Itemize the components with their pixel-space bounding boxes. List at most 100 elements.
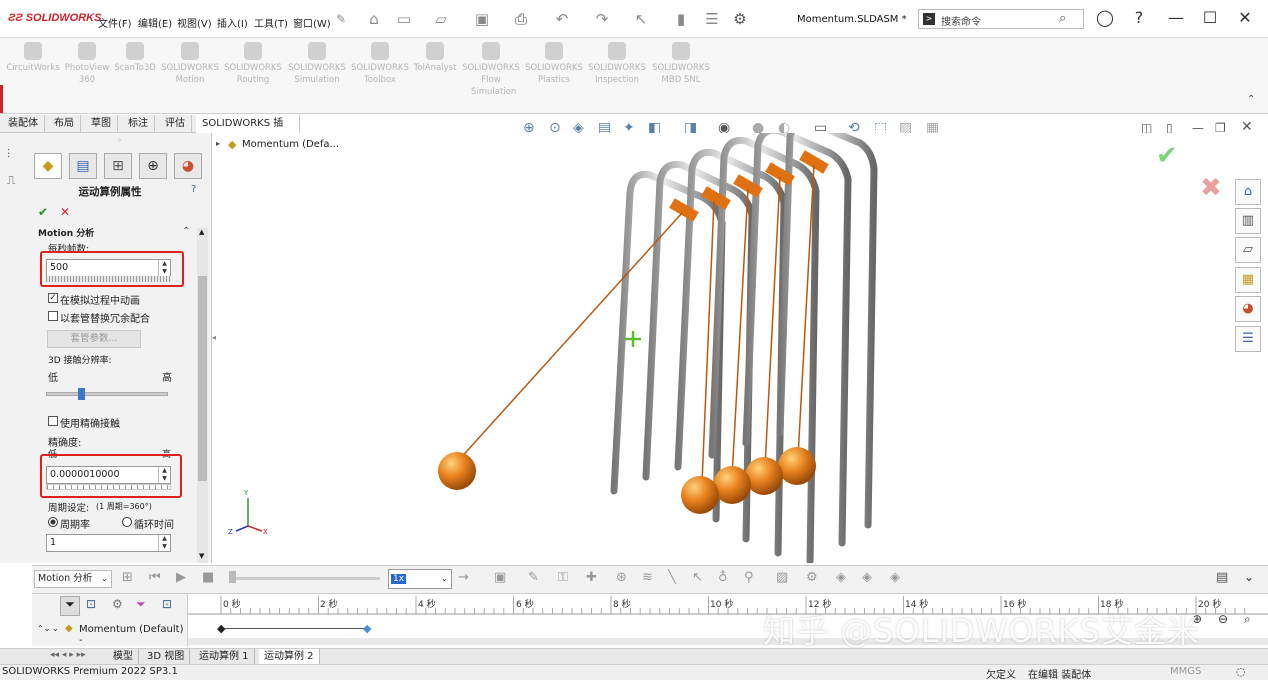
menu-view[interactable]: 视图(V) [177, 15, 212, 30]
fps-slider[interactable] [46, 276, 171, 282]
collapse-section-icon[interactable]: ⌃ [182, 226, 190, 237]
fps-input[interactable]: 500 ▲ ▼ [46, 259, 171, 277]
fps-spinner[interactable]: ▲ ▼ [158, 260, 170, 276]
study-type-select[interactable]: Motion 分析 ⌄ [34, 570, 112, 588]
addin-inspection[interactable]: SOLIDWORKS Inspection [586, 42, 648, 86]
zoom-out-icon[interactable]: ⊖ [1218, 612, 1228, 626]
viewport-close-icon[interactable]: ✕ [1241, 119, 1253, 135]
menu-file[interactable]: 文件(F) [98, 15, 132, 30]
damper-icon[interactable]: ╲ [668, 570, 676, 585]
search-input[interactable]: 搜索命令 [941, 13, 981, 28]
addin-mbd-snl[interactable]: SOLIDWORKS MBD SNL [650, 42, 712, 86]
contact-resolution-slider[interactable] [46, 392, 168, 396]
panel-scrollbar[interactable]: ▲ ▼ [197, 228, 208, 563]
autokey-icon[interactable]: ⚿ [558, 570, 568, 585]
play-icon[interactable]: ▶ [176, 570, 186, 585]
force-icon[interactable]: ↖ [692, 570, 703, 585]
simulation-setup-icon[interactable]: ◈ [862, 570, 872, 585]
collapse-ribbon-icon[interactable]: ⌃ [1247, 94, 1255, 105]
select-cursor-icon[interactable]: ↖ [632, 10, 650, 28]
playback-mode-icon[interactable]: → [458, 570, 469, 585]
playback-slider[interactable] [230, 577, 380, 580]
user-account-icon[interactable]: ◯ [1094, 8, 1116, 27]
print-icon[interactable]: ⎙ [512, 10, 530, 28]
scroll-down-icon[interactable]: ▼ [199, 552, 204, 560]
resources-home-icon[interactable]: ⌂ [1235, 179, 1261, 205]
addin-routing[interactable]: SOLIDWORKS Routing [222, 42, 284, 86]
rebuild-icon[interactable]: ▮ [672, 10, 690, 28]
tab-scroll-arrows-icon[interactable]: ◂◂ ◂ ▸ ▸▸ [50, 650, 86, 660]
maximize-button[interactable]: ☐ [1199, 8, 1221, 27]
custom-properties-icon[interactable]: ☰ [1235, 326, 1261, 352]
calculate-icon[interactable]: ⊞ [122, 570, 133, 585]
configuration-manager-tab[interactable]: ⊞ [104, 153, 132, 179]
motor-icon[interactable]: ⊛ [616, 570, 627, 585]
tree-scroll-icon[interactable]: ⌃⌄ [37, 624, 50, 633]
stop-icon[interactable]: ■ [202, 570, 214, 585]
cycle-spinner[interactable]: ▲ ▼ [158, 535, 170, 551]
view-palette-icon[interactable]: ▦ [1235, 267, 1261, 293]
tab-evaluate[interactable]: 评估 [159, 115, 192, 133]
expand-chevron-icon[interactable]: ⌄ [52, 624, 59, 633]
save-animation-icon[interactable]: ▣ [494, 570, 506, 585]
zoom-to-fit-timeline-icon[interactable]: ⌕ [1244, 612, 1251, 627]
menu-insert[interactable]: 插入(I) [217, 15, 248, 30]
minimize-button[interactable]: — [1165, 8, 1187, 27]
tab-addins[interactable]: SOLIDWORKS 插件 [196, 115, 300, 146]
filter-animated-icon[interactable]: ⊡ [86, 597, 96, 611]
ok-check-icon[interactable]: ✔ [38, 205, 48, 219]
newtons-cradle-model[interactable]: Y X Z [212, 133, 1235, 563]
property-manager-tab[interactable]: ▤ [69, 153, 97, 179]
file-properties-icon[interactable]: ☰ [703, 10, 721, 28]
motion-tree-item[interactable]: Momentum (Default) - [79, 624, 187, 646]
replace-mates-checkbox[interactable] [48, 311, 58, 321]
tab-motion-study-2[interactable]: 运动算例 2 [259, 649, 320, 665]
addin-motion[interactable]: SOLIDWORKS Motion [159, 42, 221, 86]
collapse-manager-icon[interactable]: ◈ [836, 570, 846, 585]
filter-selected-icon[interactable]: ⏷ [136, 597, 146, 612]
pin-icon[interactable]: ✎ [332, 10, 350, 28]
tab-assembly[interactable]: 装配体 [2, 115, 45, 133]
search-icon[interactable]: ⌕ [1059, 11, 1066, 26]
feature-manager-tab[interactable]: ◆ [34, 153, 62, 179]
animation-wizard-icon[interactable]: ✎ [528, 570, 539, 585]
new-document-icon[interactable]: ▭ [395, 10, 413, 28]
menu-edit[interactable]: 编辑(E) [138, 15, 172, 30]
addin-simulation[interactable]: SOLIDWORKS Simulation [286, 42, 348, 86]
addin-circuitworks[interactable]: CircuitWorks [2, 42, 64, 74]
tab-layout[interactable]: 布局 [48, 115, 81, 133]
cancel-x-icon[interactable]: ✕ [60, 205, 70, 219]
sketch-icon[interactable]: ⫶ [7, 147, 10, 162]
time-bar-key-icon[interactable]: ◆ [363, 622, 371, 635]
layout-toggle-icon[interactable]: ▤ [1216, 570, 1228, 585]
playback-slider-thumb[interactable] [229, 571, 236, 583]
accuracy-spinner[interactable]: ▲ ▼ [158, 467, 170, 483]
start-key-icon[interactable]: ◆ [217, 622, 225, 635]
cycle-value-input[interactable]: 1 ▲ ▼ [46, 534, 171, 552]
collapse-motion-manager-icon[interactable]: ⌄ [1244, 570, 1254, 584]
confirm-check-icon[interactable]: ✔ [1156, 141, 1178, 171]
design-study-icon[interactable]: ◈ [890, 570, 900, 585]
addin-scanto3d[interactable]: ScanTo3D [104, 42, 166, 74]
redo-icon[interactable]: ↷ [593, 10, 611, 28]
addin-tolanalyst[interactable]: TolAnalyst [404, 42, 466, 74]
accuracy-slider[interactable] [46, 484, 171, 490]
filter-results-icon[interactable]: ⊡ [162, 597, 172, 611]
search-commands[interactable]: > 搜索命令 ⌕ [918, 9, 1084, 29]
tab-model[interactable]: 模型 [108, 649, 139, 665]
close-button[interactable]: ✕ [1234, 8, 1256, 27]
tab-sketch[interactable]: 草图 [85, 115, 118, 133]
design-library-icon[interactable]: ▥ [1235, 208, 1261, 234]
tab-motion-study-1[interactable]: 运动算例 1 [194, 649, 255, 665]
cycle-rate-radio[interactable] [48, 517, 58, 527]
save-icon[interactable]: ▣ [473, 10, 491, 28]
appearances-icon[interactable]: ◕ [1235, 296, 1261, 322]
filter-driving-icon[interactable]: ⚙ [112, 597, 123, 611]
addin-toolbox[interactable]: SOLIDWORKS Toolbox [349, 42, 411, 86]
animate-checkbox[interactable]: ✓ [48, 293, 58, 303]
precise-contact-checkbox[interactable] [48, 416, 58, 426]
study-properties-icon[interactable]: ⚙ [806, 570, 818, 585]
graphics-area[interactable]: ▸ ◆ Momentum (Defa... ◂ Y X Z ✔ ✖ [212, 133, 1235, 563]
add-key-icon[interactable]: ✚ [586, 570, 597, 585]
help-icon[interactable]: ? [1128, 8, 1150, 27]
